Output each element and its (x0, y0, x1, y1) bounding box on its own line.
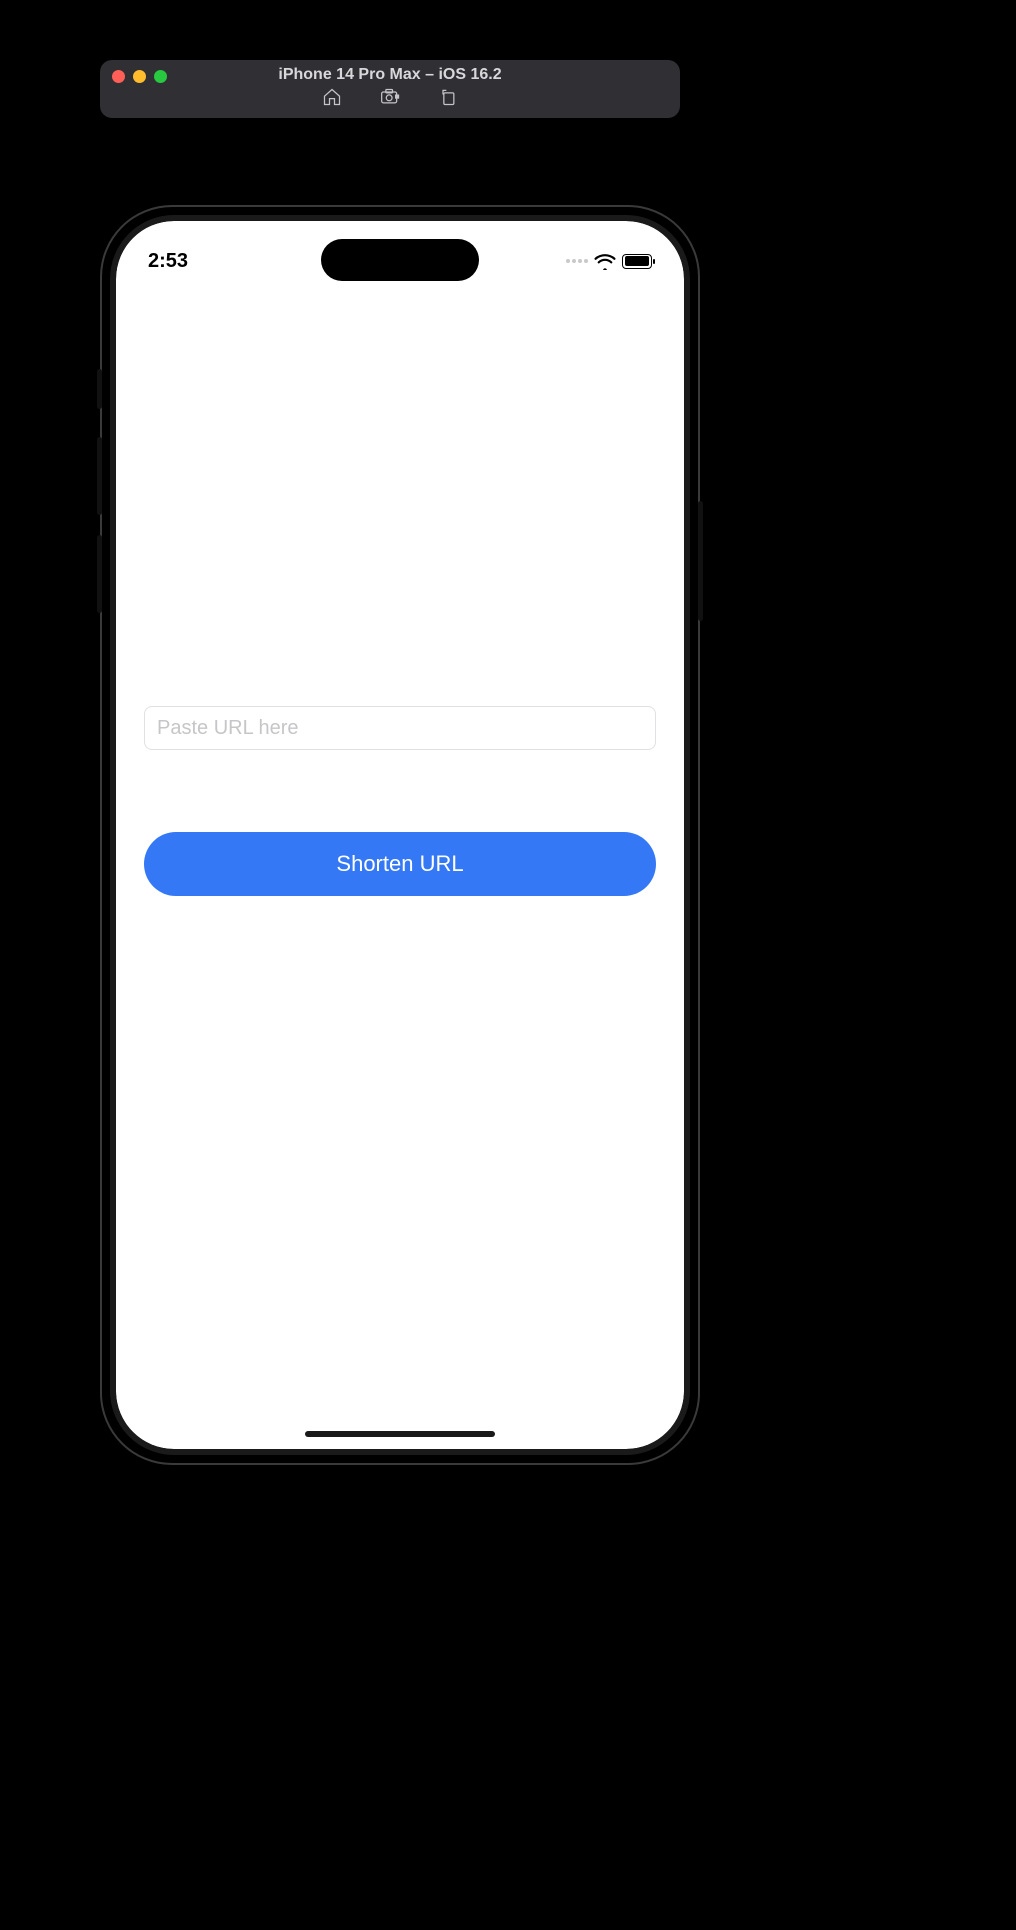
silent-switch[interactable] (97, 369, 102, 409)
home-indicator[interactable] (305, 1431, 495, 1437)
phone-bezel: 2:53 (110, 215, 690, 1455)
phone-screen: 2:53 (116, 221, 684, 1449)
power-button[interactable] (698, 501, 703, 621)
volume-down-button[interactable] (97, 535, 102, 613)
shorten-url-button[interactable]: Shorten URL (144, 832, 656, 896)
simulator-window: iPhone 14 Pro Max – iOS 16.2 (100, 60, 680, 118)
simulator-icon-row (100, 87, 680, 112)
simulator-window-title: iPhone 14 Pro Max – iOS 16.2 (100, 66, 680, 84)
phone-frame: 2:53 (100, 205, 700, 1465)
volume-up-button[interactable] (97, 437, 102, 515)
url-input[interactable] (144, 706, 656, 750)
app-content: Shorten URL (116, 221, 684, 1449)
rotate-icon[interactable] (438, 87, 458, 112)
screenshot-icon[interactable] (380, 87, 400, 112)
simulator-toolbar: iPhone 14 Pro Max – iOS 16.2 (100, 60, 680, 118)
home-icon[interactable] (322, 87, 342, 112)
